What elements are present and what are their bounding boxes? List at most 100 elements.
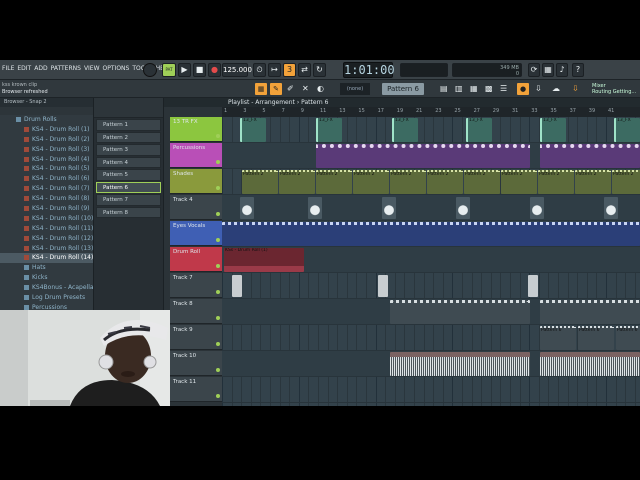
stop-button[interactable]: ■: [193, 63, 206, 77]
playlist-clip[interactable]: 13_FX: [316, 118, 342, 142]
browser-file[interactable]: KS4 - Drum Roll (9): [0, 204, 93, 214]
playlist-clip[interactable]: Pattern 2: [242, 170, 278, 194]
track-mute-led[interactable]: [216, 264, 220, 268]
playlist-clip[interactable]: Pattern 2: [390, 170, 426, 194]
playlist-clip[interactable]: [316, 144, 530, 168]
playlist-clip[interactable]: [232, 275, 242, 297]
cloud-icon[interactable]: ☁: [552, 83, 560, 95]
playlist-grid[interactable]: 1 3 5 7 9 11 13 15 17 19 21 23 25 27 29 31 33 35 37 39 41 13…: [222, 107, 640, 406]
menu-item-edit[interactable]: EDIT: [17, 65, 31, 72]
track-mute-led[interactable]: [216, 212, 220, 216]
piano-roll-icon[interactable]: ▥: [455, 83, 463, 95]
track-header[interactable]: Track 7: [170, 273, 222, 298]
playlist-clip[interactable]: Pattern 2: [464, 170, 500, 194]
pattern-item[interactable]: Pattern 5: [96, 169, 161, 181]
browser-file[interactable]: KS4 - Drum Roll (14): [0, 253, 93, 264]
mixer-icon[interactable]: ▩: [485, 83, 493, 95]
playlist-clip[interactable]: 13_FX: [540, 118, 566, 142]
play-button[interactable]: ▶: [178, 63, 191, 77]
playlist-clip[interactable]: [382, 197, 396, 219]
pattern-item[interactable]: Pattern 6: [96, 181, 161, 193]
playlist-clip[interactable]: [530, 197, 544, 219]
wait-input-button[interactable]: ↦: [268, 63, 281, 77]
playlist-clip[interactable]: [540, 300, 640, 324]
track-mute-led[interactable]: [216, 290, 220, 294]
playlist-clip[interactable]: [222, 222, 640, 246]
delete-tool-icon[interactable]: ✕: [302, 83, 309, 95]
track-header[interactable]: Track 10: [170, 351, 222, 376]
browser-file[interactable]: KS4 - Drum Roll (3): [0, 145, 93, 155]
timeline-ruler[interactable]: 1 3 5 7 9 11 13 15 17 19 21 23 25 27 29 31 33 35 37 39 41: [222, 107, 640, 117]
track-mute-led[interactable]: [216, 342, 220, 346]
track-header[interactable]: Track 9: [170, 325, 222, 350]
playlist-clip[interactable]: Pattern 2: [612, 170, 640, 194]
mute-tool-icon[interactable]: ◐: [317, 83, 324, 95]
track-header[interactable]: Shades: [170, 169, 222, 194]
countdown-button[interactable]: 3: [283, 63, 296, 77]
browser-folder[interactable]: Hats: [0, 263, 93, 273]
playlist-clip[interactable]: [240, 197, 254, 219]
pattern-item[interactable]: Pattern 8: [96, 206, 161, 218]
record-mode-icon[interactable]: [143, 63, 157, 77]
pattern-item[interactable]: Pattern 2: [96, 131, 161, 143]
playlist-clip[interactable]: [540, 352, 640, 376]
playlist-clip[interactable]: Pattern 2: [427, 170, 463, 194]
browser-file[interactable]: KS4 - Drum Roll (6): [0, 174, 93, 184]
playlist-clip[interactable]: 13_FX: [392, 118, 418, 142]
browser-file[interactable]: KS4 - Drum Roll (7): [0, 184, 93, 194]
pattern-item[interactable]: Pattern 7: [96, 194, 161, 206]
browser-icon[interactable]: ☰: [500, 83, 507, 95]
playlist-lane[interactable]: [222, 351, 640, 377]
pattern-selector[interactable]: Pattern 6: [382, 83, 424, 95]
playlist-clip[interactable]: KSs - Drum Roll (1): [224, 248, 304, 272]
track-mute-led[interactable]: [216, 368, 220, 372]
playlist-clip[interactable]: [390, 352, 530, 376]
draw-tool-icon[interactable]: ✎: [270, 83, 282, 95]
track-header[interactable]: Track 8: [170, 299, 222, 324]
record-button[interactable]: ●: [208, 63, 221, 77]
track-mute-led[interactable]: [216, 160, 220, 164]
snap-select[interactable]: (none): [340, 83, 370, 95]
playlist-clip[interactable]: Pattern 2: [316, 170, 352, 194]
playlist-clip[interactable]: [604, 197, 618, 219]
playlist-clip[interactable]: Pattern 2: [279, 170, 315, 194]
browser-folder[interactable]: KS4Bonus - Acapella: [0, 283, 93, 293]
browser-folder[interactable]: Kicks: [0, 273, 93, 283]
playlist-clip[interactable]: 13_FX: [240, 118, 266, 142]
playlist-clip[interactable]: Pattern 2: [501, 170, 537, 194]
help-button[interactable]: ?: [572, 63, 584, 77]
track-mute-led[interactable]: [216, 394, 220, 398]
snap-tool-icon[interactable]: ▦: [255, 83, 267, 95]
browser-folder[interactable]: Drum Rolls: [0, 115, 93, 125]
paint-tool-icon[interactable]: ✐: [287, 83, 294, 95]
playlist-clip[interactable]: 13_FX: [466, 118, 492, 142]
browser-file[interactable]: KS4 - Drum Roll (13): [0, 244, 93, 254]
browser-file[interactable]: KS4 - Drum Roll (10): [0, 214, 93, 224]
playlist-clip[interactable]: 13_FX: [614, 118, 640, 142]
browser-file[interactable]: KS4 - Drum Roll (12): [0, 234, 93, 244]
playlist-lane[interactable]: [222, 221, 640, 247]
pattern-item[interactable]: Pattern 1: [96, 119, 161, 131]
playlist-clip[interactable]: Pattern 2: [538, 170, 574, 194]
playlist-clip[interactable]: [378, 275, 388, 297]
browser-file[interactable]: KS4 - Drum Roll (11): [0, 224, 93, 234]
playlist-clip[interactable]: Pattern 6: [540, 326, 576, 350]
playlist-clip[interactable]: Pattern 2: [575, 170, 611, 194]
browser-file[interactable]: KS4 - Drum Roll (5): [0, 164, 93, 174]
track-header[interactable]: Drum Roll: [170, 247, 222, 272]
playlist-clip[interactable]: [540, 144, 640, 168]
menu-item-options[interactable]: OPTIONS: [103, 65, 130, 72]
track-mute-led[interactable]: [216, 186, 220, 190]
browser-folder[interactable]: Log Drum Presets: [0, 293, 93, 303]
playlist-lane[interactable]: [222, 195, 640, 221]
playlist-clip[interactable]: [308, 197, 322, 219]
metronome-button[interactable]: ⏲: [253, 63, 266, 77]
browser-file[interactable]: KS4 - Drum Roll (8): [0, 194, 93, 204]
pattern-item[interactable]: Pattern 4: [96, 156, 161, 168]
cpu-button[interactable]: ▦: [542, 63, 554, 77]
browser-file[interactable]: KS4 - Drum Roll (1): [0, 125, 93, 135]
track-header[interactable]: Track 11: [170, 377, 222, 402]
pattern-song-toggle[interactable]: PAT: [162, 63, 176, 77]
track-header[interactable]: Eyes Vocals: [170, 221, 222, 246]
browser-file[interactable]: KS4 - Drum Roll (4): [0, 155, 93, 165]
